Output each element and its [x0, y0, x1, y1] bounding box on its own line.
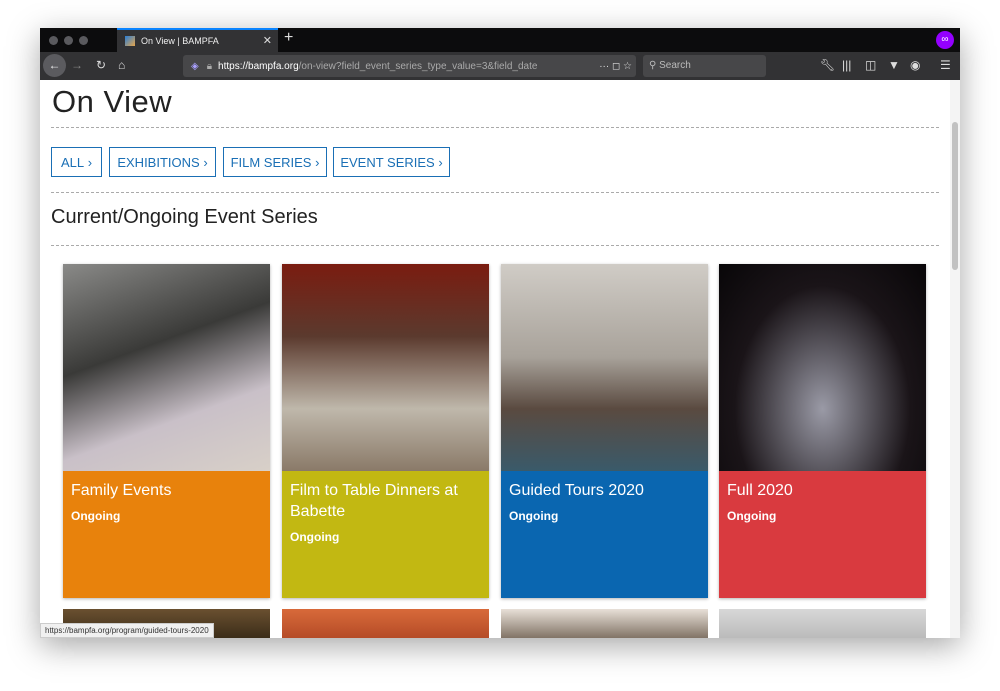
divider	[51, 245, 939, 246]
filter-event-series-button[interactable]: EVENT SERIES ›	[333, 147, 450, 177]
card-image[interactable]	[63, 264, 270, 471]
new-tab-button[interactable]: +	[284, 29, 293, 47]
filter-exhibitions-button[interactable]: EXHIBITIONS ›	[109, 147, 216, 177]
tab-bar: On View | BAMPFA ✕ + ∞	[40, 28, 960, 52]
scrollbar-thumb[interactable]	[952, 122, 958, 270]
page-content: On View ALL › EXHIBITIONS › FILM SERIES …	[40, 80, 960, 638]
tracking-shield-icon[interactable]: ◈	[191, 61, 199, 72]
library-icon[interactable]: |||	[842, 58, 851, 72]
card-guided-tours[interactable]: Guided Tours 2020 Ongoing	[501, 264, 708, 598]
search-input[interactable]: ⚲ Search	[643, 55, 766, 77]
card-image[interactable]	[282, 264, 489, 471]
search-placeholder: Search	[659, 60, 691, 71]
page-title: On View	[52, 84, 173, 119]
card-film-to-table[interactable]: Film to Table Dinners at Babette Ongoing	[282, 264, 489, 598]
url-host: https://bampfa.org	[218, 60, 299, 72]
reload-button[interactable]: ↻	[96, 58, 106, 72]
scrollbar[interactable]	[950, 80, 960, 638]
url-path: /on-view?field_event_series_type_value=3…	[298, 60, 538, 72]
lock-icon: 🔒︎	[206, 60, 213, 72]
browser-window: On View | BAMPFA ✕ + ∞ ← → ↻ ⌂ ◈ 🔒︎ https:/…	[40, 28, 960, 638]
account-icon[interactable]: ◉	[910, 58, 920, 72]
extension-icon[interactable]: ▼	[888, 58, 900, 72]
card-status: Ongoing	[509, 509, 559, 523]
card-title[interactable]: Film to Table Dinners at Babette	[290, 480, 481, 522]
card-image[interactable]	[719, 264, 926, 471]
card-title[interactable]: Full 2020	[727, 480, 918, 501]
card-image[interactable]	[719, 609, 926, 638]
zoom-window-button[interactable]	[79, 36, 88, 45]
filter-film-series-button[interactable]: FILM SERIES ›	[223, 147, 327, 177]
favicon-icon	[125, 36, 135, 46]
card-status: Ongoing	[727, 509, 777, 523]
card-image[interactable]	[282, 609, 489, 638]
card-image[interactable]	[501, 609, 708, 638]
card-family-events[interactable]: Family Events Ongoing	[63, 264, 270, 598]
sidebar-icon[interactable]: ◫	[865, 58, 876, 72]
card-status: Ongoing	[290, 530, 340, 544]
card-image[interactable]	[501, 264, 708, 471]
card-status: Ongoing	[71, 509, 121, 523]
close-window-button[interactable]	[49, 36, 58, 45]
close-tab-icon[interactable]: ✕	[263, 34, 272, 47]
card-title[interactable]: Guided Tours 2020	[509, 480, 700, 501]
card-full-2020[interactable]: Full 2020 Ongoing	[719, 264, 926, 598]
back-button[interactable]: ←	[43, 54, 66, 77]
page-actions-icons[interactable]: ··· ◻ ☆	[593, 60, 632, 72]
tab-on-view[interactable]: On View | BAMPFA ✕	[117, 28, 278, 52]
status-url: https://bampfa.org/program/guided-tours-…	[40, 623, 214, 638]
menu-icon[interactable]: ☰	[940, 58, 951, 72]
filter-all-button[interactable]: ALL ›	[51, 147, 102, 177]
home-button[interactable]: ⌂	[118, 58, 125, 72]
nav-toolbar: ← → ↻ ⌂ ◈ 🔒︎ https://bampfa.org/on-view?fi…	[40, 52, 960, 80]
card-title[interactable]: Family Events	[71, 480, 262, 501]
private-browsing-icon: ∞	[936, 31, 954, 49]
section-title: Current/Ongoing Event Series	[51, 206, 318, 228]
divider	[51, 127, 939, 128]
divider	[51, 192, 939, 193]
tab-title: On View | BAMPFA	[141, 36, 219, 46]
minimize-window-button[interactable]	[64, 36, 73, 45]
url-bar[interactable]: ◈ 🔒︎ https://bampfa.org/on-view?field_even…	[183, 55, 636, 77]
wrench-icon[interactable]: 🔧︎	[820, 58, 835, 72]
forward-button[interactable]: →	[71, 58, 83, 72]
